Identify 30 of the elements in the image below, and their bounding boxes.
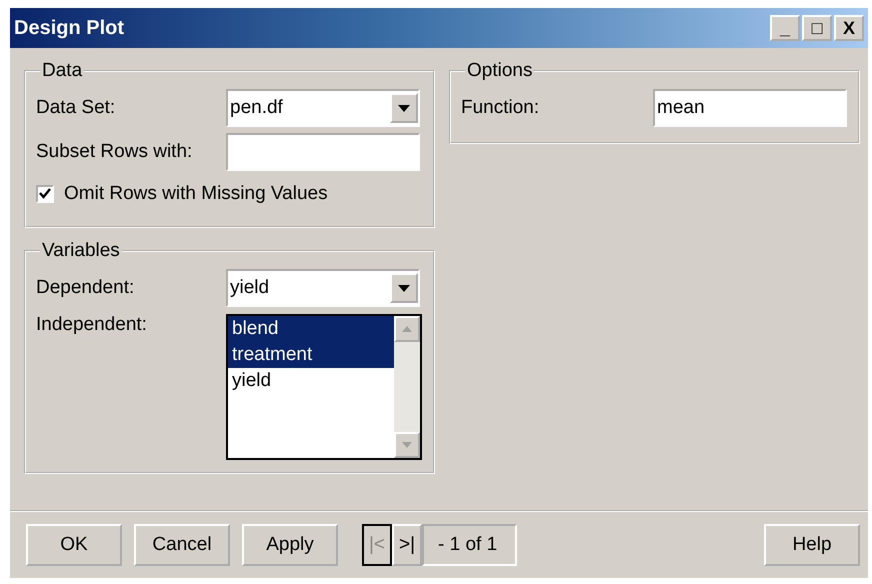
field-label: Function: bbox=[461, 97, 540, 119]
list-item[interactable]: yield bbox=[228, 368, 394, 394]
minimize-button[interactable]: _ bbox=[770, 15, 800, 41]
scroll-up-icon[interactable] bbox=[394, 316, 420, 342]
close-button[interactable]: X bbox=[834, 15, 864, 41]
page-indicator: - 1 of 1 bbox=[422, 524, 518, 566]
push-button[interactable]: OK bbox=[26, 524, 122, 566]
checkbox-label: Omit Rows with Missing Values bbox=[64, 183, 328, 205]
dropdown[interactable]: yield bbox=[226, 269, 420, 307]
checkbox[interactable] bbox=[36, 185, 54, 203]
group-label: Variables bbox=[41, 240, 121, 262]
field-label: Data Set: bbox=[36, 97, 116, 119]
field-label: Independent: bbox=[36, 314, 148, 336]
group-label: Data bbox=[41, 60, 84, 82]
help-button[interactable]: Help bbox=[764, 524, 860, 566]
field-label: Dependent: bbox=[36, 277, 136, 299]
push-button[interactable]: Apply bbox=[242, 524, 338, 566]
next-button[interactable]: >| bbox=[392, 524, 422, 566]
field-label: Subset Rows with: bbox=[36, 141, 194, 163]
scrollbar[interactable] bbox=[394, 316, 420, 458]
dropdown[interactable]: pen.df bbox=[226, 89, 420, 127]
list-item[interactable]: blend bbox=[228, 316, 394, 342]
input-field[interactable] bbox=[226, 133, 420, 171]
scroll-down-icon[interactable] bbox=[394, 432, 420, 458]
window-title: Design Plot bbox=[14, 16, 124, 40]
maximize-button[interactable]: □ bbox=[802, 15, 832, 41]
push-button[interactable]: Cancel bbox=[134, 524, 230, 566]
group-label: Options bbox=[466, 60, 534, 82]
input-field[interactable]: mean bbox=[653, 89, 847, 127]
list-item[interactable]: treatment bbox=[228, 342, 394, 368]
